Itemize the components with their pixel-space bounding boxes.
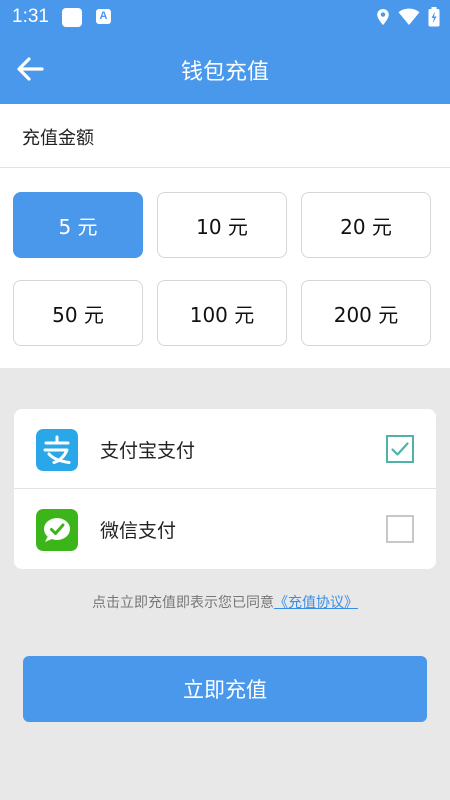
- recharge-now-button[interactable]: 立即充值: [23, 656, 427, 722]
- payment-method-card: 支付宝支付 微信支付: [14, 409, 436, 569]
- status-time: 1:31: [12, 6, 49, 27]
- location-icon: [377, 9, 389, 25]
- alipay-checkbox[interactable]: [386, 435, 414, 463]
- amount-option-200[interactable]: 200 元: [301, 280, 431, 346]
- amount-section: 充值金额 5 元 10 元 20 元 50 元 100 元 200 元: [0, 104, 450, 368]
- payment-label-wechat: 微信支付: [100, 520, 177, 542]
- wifi-icon: [398, 8, 420, 25]
- amount-label: 充值金额: [22, 128, 94, 149]
- payment-option-alipay[interactable]: 支付宝支付: [14, 409, 436, 489]
- status-bar: 1:31 A: [0, 0, 450, 34]
- payment-option-wechat[interactable]: 微信支付: [14, 489, 436, 569]
- status-icons: [376, 7, 440, 27]
- alipay-icon: [36, 429, 78, 471]
- amount-option-50[interactable]: 50 元: [13, 280, 143, 346]
- wechat-icon: [36, 509, 78, 551]
- agreement-link[interactable]: 《充值协议》: [274, 595, 358, 611]
- page-title: 钱包充值: [180, 60, 269, 85]
- battery-icon: [428, 7, 440, 27]
- amount-option-20[interactable]: 20 元: [301, 192, 431, 258]
- amount-header: 充值金额: [0, 104, 450, 168]
- amount-option-10[interactable]: 10 元: [157, 192, 287, 258]
- notification-a-icon: A: [96, 9, 111, 24]
- amount-option-100[interactable]: 100 元: [157, 280, 287, 346]
- check-icon: [391, 442, 409, 456]
- notification-square-icon: [62, 8, 82, 27]
- payment-label-alipay: 支付宝支付: [100, 440, 196, 462]
- app-bar: 钱包充值: [0, 34, 450, 104]
- amount-option-5[interactable]: 5 元: [13, 192, 143, 258]
- agreement-prefix: 点击立即充值即表示您已同意: [92, 595, 274, 611]
- wechat-checkbox[interactable]: [386, 515, 414, 543]
- agreement-text: 点击立即充值即表示您已同意《充值协议》: [0, 592, 450, 612]
